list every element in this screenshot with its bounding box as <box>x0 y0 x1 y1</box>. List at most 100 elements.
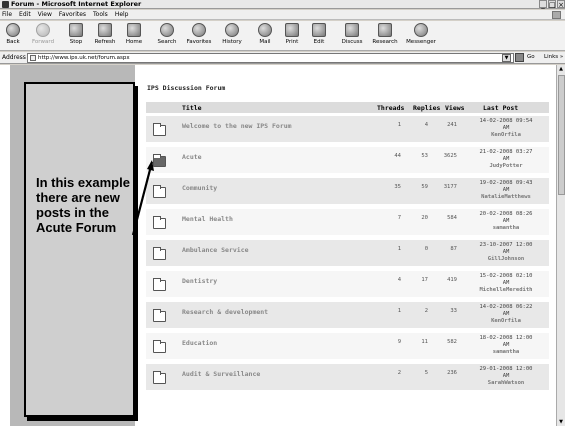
toolbar: Back Forward Stop Refresh Home Search Fa… <box>0 21 565 51</box>
discuss-button[interactable]: Discuss <box>336 21 368 50</box>
last-post-ampm: AM <box>502 125 510 131</box>
folder-icon <box>153 247 166 260</box>
home-button[interactable]: Home <box>120 21 148 50</box>
folder-icon <box>153 340 166 353</box>
col-title: Title <box>182 104 202 112</box>
print-button[interactable]: Print <box>278 21 306 50</box>
last-post-user[interactable]: samantha <box>461 225 551 232</box>
forum-row[interactable]: Education 9 11 582 18-02-2008 12:00 AM samanth… <box>146 333 549 361</box>
discuss-icon <box>345 23 359 37</box>
scroll-down-icon[interactable]: ▼ <box>557 418 565 426</box>
last-post-date: 14-02-2008 06:22 <box>479 304 533 310</box>
forum-title-link[interactable]: Research & development <box>182 308 268 316</box>
forum-title-link[interactable]: Audit & Surveillance <box>182 370 260 378</box>
go-arrow-icon[interactable] <box>515 53 524 62</box>
last-post: 14-02-2008 09:54 AM KenOrfila <box>461 118 551 139</box>
vertical-scrollbar[interactable]: ▲ ▼ <box>556 65 565 426</box>
research-button[interactable]: Research <box>368 21 402 50</box>
last-post-date: 20-02-2008 08:26 <box>479 211 533 217</box>
col-replies: Replies <box>413 104 441 112</box>
home-icon <box>127 23 141 37</box>
forum-title-link[interactable]: Community <box>182 184 217 192</box>
messenger-button[interactable]: Messenger <box>402 21 440 50</box>
address-dropdown-icon[interactable]: ▼ <box>502 54 511 62</box>
views-count: 236 <box>447 370 457 376</box>
last-post-user[interactable]: NatalieMatthews <box>461 194 551 201</box>
forum-row[interactable]: Welcome to the new IPS Forum 1 4 241 14-02-2… <box>146 116 549 144</box>
history-button[interactable]: History <box>216 21 248 50</box>
folder-icon <box>153 278 166 291</box>
col-views: Views <box>445 104 465 112</box>
last-post-ampm: AM <box>502 156 510 162</box>
search-label: Search <box>157 39 177 45</box>
replies-count: 53 <box>421 153 428 159</box>
forum-row[interactable]: Community 35 59 3177 19-02-2008 09:43 AM Natal… <box>146 178 549 206</box>
forward-button[interactable]: Forward <box>28 21 58 50</box>
forum-title-link[interactable]: Education <box>182 339 217 347</box>
last-post-user[interactable]: SarahWatson <box>461 380 551 387</box>
menu-file[interactable]: File <box>2 11 12 18</box>
forum-title-link[interactable]: Mental Health <box>182 215 233 223</box>
last-post-date: 14-02-2008 09:54 <box>479 118 533 124</box>
views-count: 3625 <box>443 153 457 159</box>
threads-count: 1 <box>397 308 401 314</box>
folder-new-posts-icon <box>153 154 166 167</box>
window-title: Forum - Microsoft Internet Explorer <box>11 0 142 8</box>
address-input[interactable]: http://www.ips.uk.net/forum.aspx <box>27 53 514 63</box>
last-post-user[interactable]: GillJohnson <box>461 256 551 263</box>
menu-tools[interactable]: Tools <box>93 11 108 18</box>
last-post-ampm: AM <box>502 280 510 286</box>
links-button[interactable]: Links » <box>544 54 563 60</box>
address-bar: Address http://www.ips.uk.net/forum.aspx… <box>0 52 565 64</box>
research-icon <box>378 23 392 37</box>
maximize-button[interactable]: □ <box>548 0 556 9</box>
forum-row[interactable]: Ambulance Service 1 0 87 23-10-2007 12:00 AM G… <box>146 240 549 268</box>
forum-row[interactable]: Audit & Surveillance 2 5 236 29-01-2008 12:0… <box>146 364 549 392</box>
menu-edit[interactable]: Edit <box>19 11 31 18</box>
replies-count: 2 <box>424 308 428 314</box>
last-post-user[interactable]: KenOrfila <box>461 318 551 325</box>
callout-text: In this example there are new posts in t… <box>36 175 130 235</box>
scroll-up-icon[interactable]: ▲ <box>557 65 565 73</box>
refresh-button[interactable]: Refresh <box>90 21 120 50</box>
stop-button[interactable]: Stop <box>62 21 90 50</box>
forum-row[interactable]: Dentistry 4 17 419 15-02-2008 02:10 AM Michell… <box>146 271 549 299</box>
edit-button[interactable]: Edit <box>306 21 332 50</box>
favorites-button[interactable]: Favorites <box>182 21 216 50</box>
forum-row[interactable]: Mental Health 7 20 584 20-02-2008 08:26 AM sam… <box>146 209 549 237</box>
threads-count: 1 <box>397 122 401 128</box>
forum-row[interactable]: Research & development 1 2 33 14-02-2008 06:… <box>146 302 549 330</box>
stop-icon <box>69 23 83 37</box>
forum-title-link[interactable]: Acute <box>182 153 202 161</box>
page-icon <box>30 55 36 61</box>
scroll-thumb[interactable] <box>558 75 565 195</box>
last-post-user[interactable]: MichelleMeredith <box>461 287 551 294</box>
page-content: In this example there are new posts in t… <box>0 65 556 426</box>
views-count: 3177 <box>443 184 457 190</box>
star-icon <box>192 23 206 37</box>
last-post-user[interactable]: KenOrfila <box>461 132 551 139</box>
last-post-ampm: AM <box>502 342 510 348</box>
threads-count: 2 <box>397 370 401 376</box>
go-button[interactable]: Go <box>527 54 535 60</box>
last-post: 19-02-2008 09:43 AM NatalieMatthews <box>461 180 551 201</box>
forum-row[interactable]: Acute 44 53 3625 21-02-2008 03:27 AM JudyPotte… <box>146 147 549 175</box>
refresh-icon <box>98 23 112 37</box>
forum-title-link[interactable]: Ambulance Service <box>182 246 249 254</box>
forum-title-link[interactable]: Dentistry <box>182 277 217 285</box>
last-post-ampm: AM <box>502 187 510 193</box>
back-button[interactable]: Back <box>2 21 24 50</box>
menu-favorites[interactable]: Favorites <box>59 11 86 18</box>
minimize-button[interactable]: _ <box>539 0 547 9</box>
window-controls: _ □ × <box>538 0 565 9</box>
mail-button[interactable]: Mail <box>252 21 278 50</box>
last-post-date: 19-02-2008 09:43 <box>479 180 533 186</box>
menu-help[interactable]: Help <box>115 11 129 18</box>
close-button[interactable]: × <box>557 0 565 9</box>
menu-view[interactable]: View <box>38 11 52 18</box>
search-button[interactable]: Search <box>152 21 182 50</box>
last-post-user[interactable]: samantha <box>461 349 551 356</box>
last-post-user[interactable]: JudyPotter <box>461 163 551 170</box>
forum-title-link[interactable]: Welcome to the new IPS Forum <box>182 122 292 130</box>
edit-icon <box>312 23 326 37</box>
